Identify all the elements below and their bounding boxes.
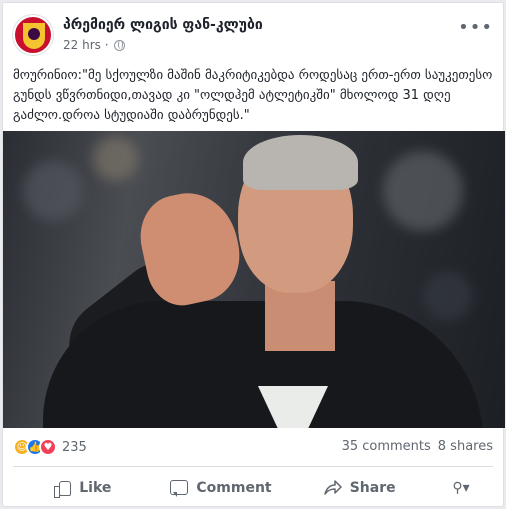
love-icon: ♥ [39,438,57,456]
like-button[interactable]: Like [13,471,152,505]
page-switch-icon: ⚲▾ [452,480,470,496]
post-stats: ☺ 👍 ♥ 235 35 comments 8 shares [13,435,493,461]
post-header: პრემიერ ლიგის ფან-კლუბი 22 hrs · ••• [13,15,493,57]
post-photo[interactable] [3,131,505,428]
post-time[interactable]: 22 hrs · [63,38,109,52]
thumbs-up-icon [53,479,72,498]
more-dots-icon[interactable]: ••• [458,17,493,38]
engagement-counts: 35 comments 8 shares [342,439,493,454]
like-label: Like [79,480,112,496]
shares-count[interactable]: 8 shares [438,439,493,454]
comments-count[interactable]: 35 comments [342,439,431,454]
page-name[interactable]: პრემიერ ლიგის ფან-კლუბი [63,17,263,33]
post-card: პრემიერ ლიგის ფან-კლუბი 22 hrs · ••• მოუ… [2,2,505,507]
share-arrow-icon [323,479,342,497]
reactions-summary[interactable]: ☺ 👍 ♥ 235 [13,438,87,456]
globe-icon[interactable] [113,39,125,51]
reaction-count: 235 [62,439,87,455]
comment-label: Comment [196,480,272,496]
post-meta: 22 hrs · [63,38,125,52]
premier-league-crest-icon[interactable] [13,15,53,55]
action-bar: Like Comment Share ⚲▾ [13,471,493,505]
share-button[interactable]: Share [290,471,429,505]
share-label: Share [349,480,396,496]
audience-switch-button[interactable]: ⚲▾ [429,471,493,505]
divider [13,466,493,467]
comment-icon [170,479,189,497]
post-text: მოურინიო:"მე სქოულზი მაშინ მაკრიტიკებდა … [13,68,497,123]
comment-button[interactable]: Comment [152,471,291,505]
